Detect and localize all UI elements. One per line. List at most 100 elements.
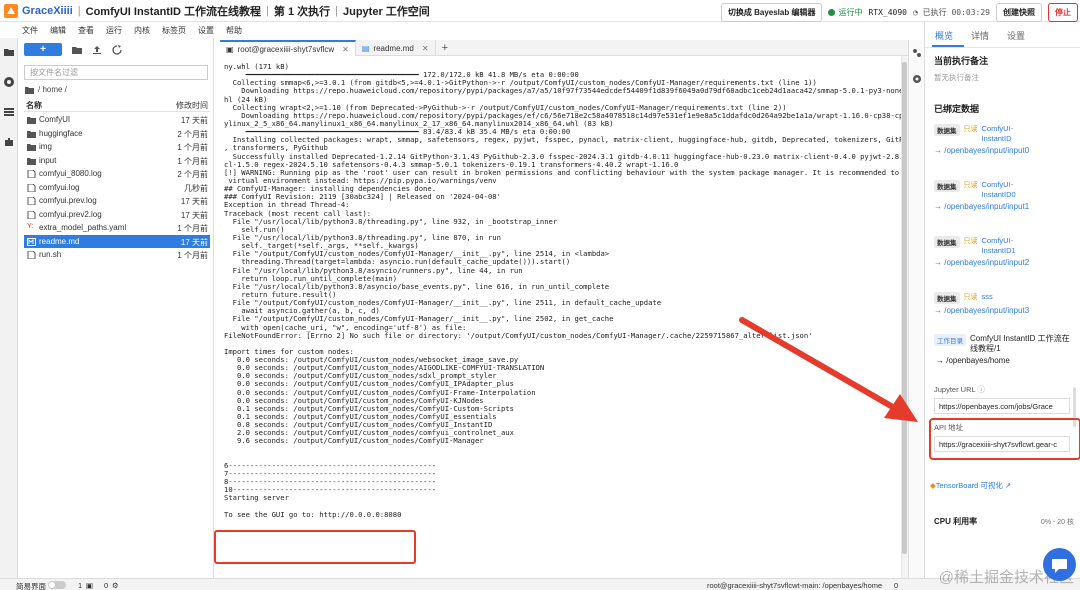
folder-icon xyxy=(27,157,36,165)
folder-icon[interactable] xyxy=(3,46,15,58)
tab-terminal[interactable]: ▣ root@gracexiiii-shyt7svflcw ✕ xyxy=(220,40,356,56)
file-list-item[interactable]: huggingface 2 个月前 xyxy=(24,127,210,141)
file-list-item[interactable]: run.sh 1 个月前 xyxy=(24,248,210,262)
menu-file[interactable]: 文件 xyxy=(0,25,44,36)
file-name: extra_model_paths.yaml xyxy=(39,223,127,232)
markdown-tab-icon: ▤ xyxy=(361,43,370,53)
menu-tabs[interactable]: 标签页 xyxy=(156,25,192,36)
terminal-line: To see the GUI go to: http://0.0.0.0:808… xyxy=(224,509,402,519)
tab-settings[interactable]: 设置 xyxy=(1007,29,1025,42)
file-list-item[interactable]: comfyui_8080.log 2 个月前 xyxy=(24,167,210,181)
new-folder-icon[interactable] xyxy=(72,45,82,55)
file-list-item[interactable]: img 1 个月前 xyxy=(24,140,210,154)
tab-bar: ▣ root@gracexiiii-shyt7svflcw ✕ ▤ readme… xyxy=(220,40,908,56)
menu-kernel[interactable]: 内核 xyxy=(128,25,156,36)
chat-support-button[interactable] xyxy=(1043,548,1076,581)
file-name: ComfyUI xyxy=(39,115,71,124)
file-list-item[interactable]: input 1 个月前 xyxy=(24,154,210,168)
menu-run[interactable]: 运行 xyxy=(100,25,128,36)
menu-edit[interactable]: 编辑 xyxy=(44,25,72,36)
file-modified: 17 天前 xyxy=(180,116,208,125)
file-modified: 17 天前 xyxy=(180,237,208,247)
folder-icon xyxy=(27,117,36,124)
file-list-item[interactable]: Y: extra_model_paths.yaml 1 个月前 xyxy=(24,221,210,235)
property-inspector-icon[interactable] xyxy=(912,48,922,58)
dataset-link[interactable]: sss xyxy=(982,292,993,302)
file-name: img xyxy=(39,142,52,151)
tab-details[interactable]: 详情 xyxy=(971,29,989,42)
jupyter-url-label: Jupyter URL ⓘ xyxy=(934,385,985,394)
stop-button[interactable]: 停止 xyxy=(1048,3,1078,22)
column-modified[interactable]: 修改时间 xyxy=(176,100,208,111)
dataset-mount-path[interactable]: → /openbayes/input/input0 xyxy=(934,146,1079,155)
file-browser: + 按文件名过滤 / home / 名称 修改时间 ComfyUI 17 天前 hu… xyxy=(18,38,214,578)
dataset-item: 数据集 只读 ComfyUI-InstantID0 → /openbayes/inp… xyxy=(934,180,1079,211)
menu-view[interactable]: 查看 xyxy=(72,25,100,36)
new-tab-button[interactable]: + xyxy=(436,40,454,55)
status-bar: 简易界面 1 ▣ 0 ⚙ root@gracexiiii-shyt7svflcw… xyxy=(0,578,1080,590)
create-snapshot-button[interactable]: 创建快照 xyxy=(996,3,1042,22)
workdir-link[interactable]: ComfyUI InstantID 工作流在线教程/1 xyxy=(970,334,1070,354)
file-filter-input[interactable]: 按文件名过滤 xyxy=(24,65,208,80)
extension-icon[interactable] xyxy=(3,136,15,148)
breadcrumb-project[interactable]: ComfyUI InstantID 工作流在线教程 xyxy=(86,3,261,19)
folder-icon xyxy=(27,144,36,151)
close-tab-icon[interactable]: ✕ xyxy=(422,44,429,53)
file-list-item[interactable]: comfyui.prev2.log 17 天前 xyxy=(24,208,210,222)
dataset-link[interactable]: ComfyUI-InstantID xyxy=(982,124,1032,144)
file-list-item[interactable]: readme.md 17 天前 xyxy=(24,234,210,248)
commands-icon[interactable] xyxy=(3,106,15,118)
dataset-link[interactable]: ComfyUI-InstantID0 xyxy=(982,180,1032,200)
file-list-item[interactable]: comfyui.log 几秒前 xyxy=(24,181,210,195)
switch-editor-button[interactable]: 切换成 Bayeslab 编辑器 xyxy=(720,3,823,22)
terminal-tab-icon: ▣ xyxy=(226,44,234,54)
kernel-status-icon: ⚙ xyxy=(112,581,119,590)
file-modified: 17 天前 xyxy=(180,210,208,220)
elapsed-timer: ◔ 已执行 00:03:29 xyxy=(912,8,990,17)
tab-overview[interactable]: 概览 xyxy=(935,29,953,42)
file-icon xyxy=(27,183,36,192)
refresh-icon[interactable] xyxy=(112,44,122,55)
note-title: 当前执行备注 xyxy=(934,56,989,66)
file-list-item[interactable]: ComfyUI 17 天前 xyxy=(24,113,210,127)
folder-path-icon xyxy=(25,86,34,94)
simple-mode-label: 简易界面 xyxy=(16,582,46,590)
activity-bar xyxy=(0,38,18,578)
breadcrumb-execution[interactable]: 第 1 次执行 xyxy=(274,3,330,19)
top-bar: GraceXiiii | ComfyUI InstantID 工作流在线教程 |… xyxy=(0,0,1080,22)
terminal[interactable]: ny.whl (171 kB) ━━━━━━━━━━━━━━━━━━━━━━━━… xyxy=(220,56,908,578)
dataset-link[interactable]: ComfyUI-InstantID1 xyxy=(982,236,1032,256)
dataset-mount-path[interactable]: → /openbayes/input/input3 xyxy=(934,306,1079,315)
debugger-icon[interactable] xyxy=(912,74,922,84)
terminal-count[interactable]: 1 xyxy=(78,581,82,590)
breadcrumb-user[interactable]: GraceXiiii xyxy=(22,5,73,17)
file-list-header: 名称 修改时间 xyxy=(24,100,210,112)
tensorboard-link[interactable]: ◆TensorBoard 可视化 ↗ xyxy=(930,480,1011,491)
terminal-scrollbar[interactable] xyxy=(901,56,908,578)
tab-readme[interactable]: ▤ readme.md ✕ xyxy=(356,40,436,56)
column-name[interactable]: 名称 xyxy=(26,100,42,111)
new-launcher-button[interactable]: + xyxy=(24,43,62,56)
highlight-box-api xyxy=(929,418,1080,460)
file-list-item[interactable]: comfyui.prev.log 17 天前 xyxy=(24,194,210,208)
upload-icon[interactable] xyxy=(92,45,102,55)
dataset-mount-path[interactable]: → /openbayes/input/input1 xyxy=(934,202,1079,211)
menu-help[interactable]: 帮助 xyxy=(220,25,248,36)
file-name: comfyui.log xyxy=(39,182,80,192)
jupyter-url-field[interactable]: https://openbayes.com/jobs/Grace xyxy=(934,398,1070,414)
running-icon[interactable] xyxy=(3,76,15,88)
file-icon xyxy=(27,197,36,205)
menu-settings[interactable]: 设置 xyxy=(192,25,220,36)
dataset-mount-path[interactable]: → /openbayes/input/input2 xyxy=(934,258,1079,267)
terminal-scroll-thumb[interactable] xyxy=(902,62,907,554)
bound-data-title: 已绑定数据 xyxy=(934,104,980,114)
terminal-line: 9.6 seconds: /output/ComfyUI/custom_node… xyxy=(224,436,484,446)
file-modified: 几秒前 xyxy=(184,183,208,193)
file-modified: 1 个月前 xyxy=(177,143,208,152)
close-tab-icon[interactable]: ✕ xyxy=(342,45,349,54)
kernel-count[interactable]: 0 xyxy=(104,581,108,590)
simple-mode-toggle[interactable] xyxy=(48,581,66,589)
highlight-box-server xyxy=(214,530,416,564)
file-icon xyxy=(27,170,36,178)
